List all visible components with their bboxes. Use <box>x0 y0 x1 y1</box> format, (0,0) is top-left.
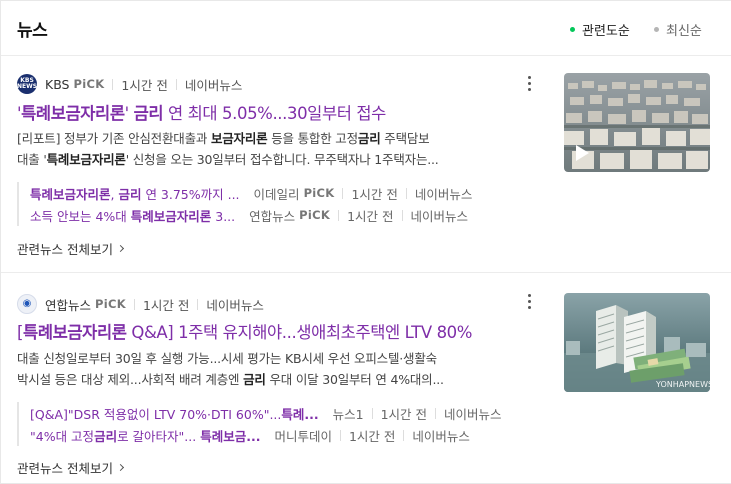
publish-time: 1시간 전 <box>121 77 168 93</box>
related-news-title-link[interactable]: [Q&A]"DSR 적용없이 LTV 70%·DTI 60%"...특례... <box>30 404 319 423</box>
press-info: KBS NEWS KBS PiCK 1시간 전 네이버뉴스 <box>17 74 242 94</box>
press-logo-kbs-icon[interactable]: KBS NEWS <box>17 74 37 94</box>
pick-badge: PiCK <box>73 77 105 91</box>
divider <box>339 429 341 441</box>
news-thumbnail-video[interactable] <box>564 73 710 172</box>
related-news-list: [Q&A]"DSR 적용없이 LTV 70%·DTI 60%"...특례... … <box>17 402 529 446</box>
related-news-title-link[interactable]: 특례보금자리론, 금리 연 3.75%까지 ... <box>30 184 240 203</box>
aerial-city-image <box>564 73 710 172</box>
more-options-icon[interactable] <box>522 291 536 311</box>
news-section: 뉴스 관련도순 최신순 KBS NEWS KBS PiCK 1시간 전 네이버뉴스… <box>0 0 731 484</box>
news-item: KBS NEWS KBS PiCK 1시간 전 네이버뉴스 '특례보금자리론' 금… <box>1 57 731 273</box>
news-header: 뉴스 관련도순 최신순 <box>1 1 731 56</box>
more-news-label: 관련뉴스 전체보기 <box>17 242 113 257</box>
naver-news-link[interactable]: 네이버뉴스 <box>206 295 264 314</box>
chevron-right-icon <box>116 463 125 472</box>
apartment-money-image: YONHAPNEWS <box>564 293 710 392</box>
naver-news-link[interactable]: 네이버뉴스 <box>412 426 470 445</box>
title-highlight: 금리 <box>133 104 164 123</box>
news-description[interactable]: [리포트] 정부가 기존 안심전환대출과 보금자리론 등을 통합한 고정금리 주… <box>17 128 529 170</box>
related-news-more-link[interactable]: 관련뉴스 전체보기 <box>17 239 125 258</box>
news-thumbnail[interactable]: YONHAPNEWS <box>564 293 710 392</box>
related-news-item: 소득 안보는 4%대 특례보금자리론 3... 연합뉴스 PiCK 1시간 전 … <box>30 204 529 226</box>
naver-news-link[interactable]: 네이버뉴스 <box>415 184 473 203</box>
title-text: 연 최대 5.05%...30일부터 접수 <box>163 104 386 123</box>
sort-latest-button[interactable]: 최신순 <box>654 20 702 39</box>
related-press-name[interactable]: 연합뉴스 <box>249 206 295 225</box>
title-highlight: 특례보금자리론 <box>21 104 125 123</box>
more-options-icon[interactable] <box>522 73 536 93</box>
publish-time: 1시간 전 <box>347 208 394 224</box>
desc-line: 박시설 등은 대상 제외...사회적 배려 계층엔 금리 우대 이달 30일부터… <box>17 372 444 387</box>
sort-latest-label: 최신순 <box>666 24 702 39</box>
related-news-meta: 이데일리 PiCK 1시간 전 네이버뉴스 <box>254 184 473 203</box>
naver-news-link[interactable]: 네이버뉴스 <box>444 404 502 423</box>
related-news-meta: 머니투데이 1시간 전 네이버뉴스 <box>274 426 469 445</box>
press-info: ◉ 연합뉴스 PiCK 1시간 전 네이버뉴스 <box>17 294 264 314</box>
naver-news-link[interactable]: 네이버뉴스 <box>185 75 243 94</box>
news-title-link[interactable]: [특례보금자리론 Q&A] 1주택 유지해야...생애최초주택엔 LTV 80% <box>17 319 472 343</box>
divider <box>435 407 437 419</box>
publish-time: 1시간 전 <box>380 406 428 422</box>
news-item: ◉ 연합뉴스 PiCK 1시간 전 네이버뉴스 [특례보금자리론 Q&A] 1주… <box>1 274 731 484</box>
related-news-item: 특례보금자리론, 금리 연 3.75%까지 ... 이데일리 PiCK 1시간 … <box>30 182 529 204</box>
desc-line: 대출 신청일로부터 30일 후 실행 가능...시세 평가는 KB시세 우선 오… <box>17 351 437 366</box>
related-news-title-link[interactable]: 소득 안보는 4%대 특례보금자리론 3... <box>30 206 235 225</box>
section-title: 뉴스 <box>17 21 48 41</box>
divider <box>338 209 340 221</box>
related-press-name[interactable]: 뉴스1 <box>333 404 364 423</box>
related-press-name[interactable]: 머니투데이 <box>274 426 332 445</box>
pick-badge: PiCK <box>303 186 335 200</box>
title-highlight: 특례보금자리론 <box>23 323 127 342</box>
press-logo-yonhap-icon[interactable]: ◉ <box>17 294 37 314</box>
active-dot-icon <box>570 27 575 32</box>
related-news-title-link[interactable]: "4%대 고정금리로 갈아타자"... 특례보금... <box>30 426 260 445</box>
related-press-name[interactable]: 이데일리 <box>254 184 300 203</box>
divider <box>405 187 407 199</box>
divider <box>342 187 344 199</box>
divider <box>401 209 403 221</box>
title-text: Q&A] 1주택 유지해야...생애최초주택엔 LTV 80% <box>126 323 473 342</box>
divider <box>403 429 405 441</box>
related-news-more-link[interactable]: 관련뉴스 전체보기 <box>17 458 125 477</box>
divider <box>197 298 199 310</box>
divider <box>112 78 114 90</box>
chevron-right-icon <box>116 244 125 253</box>
divider <box>133 298 135 310</box>
desc-line: 대출 '특례보금자리론' 신청을 오는 30일부터 접수합니다. 무주택자나 1… <box>17 152 439 167</box>
naver-news-link[interactable]: 네이버뉴스 <box>411 206 469 225</box>
related-news-item: "4%대 고정금리로 갈아타자"... 특례보금... 머니투데이 1시간 전 … <box>30 424 529 446</box>
publish-time: 1시간 전 <box>351 186 398 202</box>
more-news-label: 관련뉴스 전체보기 <box>17 461 113 476</box>
related-news-item: [Q&A]"DSR 적용없이 LTV 70%·DTI 60%"...특례... … <box>30 402 529 424</box>
pick-badge: PiCK <box>299 208 331 222</box>
press-name[interactable]: 연합뉴스 <box>45 295 91 314</box>
divider <box>175 78 177 90</box>
pick-badge: PiCK <box>95 297 126 311</box>
publish-time: 1시간 전 <box>142 297 190 313</box>
sort-relevance-button[interactable]: 관련도순 <box>570 20 630 39</box>
title-text: ' <box>124 104 134 123</box>
related-news-list: 특례보금자리론, 금리 연 3.75%까지 ... 이데일리 PiCK 1시간 … <box>17 182 529 226</box>
divider <box>371 407 373 419</box>
press-name[interactable]: KBS <box>45 77 70 92</box>
related-news-meta: 연합뉴스 PiCK 1시간 전 네이버뉴스 <box>249 206 468 225</box>
sort-relevance-label: 관련도순 <box>582 24 630 39</box>
watermark: YONHAPNEWS <box>655 380 710 389</box>
news-description[interactable]: 대출 신청일로부터 30일 후 실행 가능...시세 평가는 KB시세 우선 오… <box>17 348 529 390</box>
publish-time: 1시간 전 <box>348 428 396 444</box>
inactive-dot-icon <box>654 27 659 32</box>
desc-line: [리포트] 정부가 기존 안심전환대출과 보금자리론 등을 통합한 고정금리 주… <box>17 131 430 146</box>
news-title-link[interactable]: '특례보금자리론' 금리 연 최대 5.05%...30일부터 접수 <box>17 100 386 124</box>
related-news-meta: 뉴스1 1시간 전 네이버뉴스 <box>333 404 502 423</box>
